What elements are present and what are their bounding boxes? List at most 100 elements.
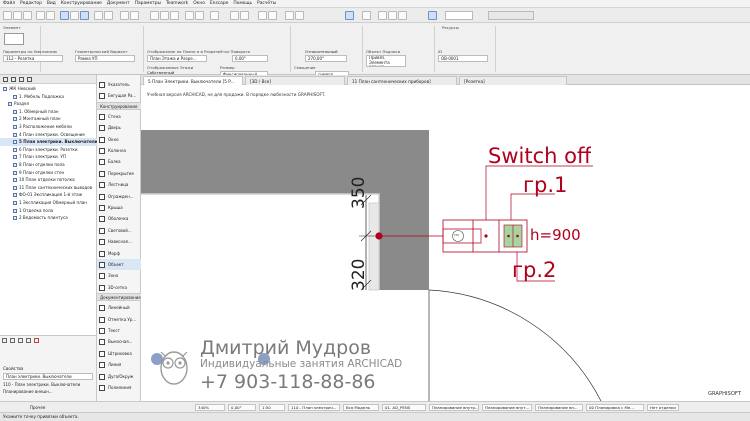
arrow-tool-icon[interactable] xyxy=(60,11,69,20)
cursor-snap-icon[interactable] xyxy=(295,11,304,20)
tab-socket[interactable]: [Розетка] xyxy=(459,76,567,85)
menu-item[interactable]: Параметры xyxy=(135,1,161,6)
check-icon[interactable] xyxy=(428,11,437,20)
status-field[interactable]: 00 Планировка с Ме... xyxy=(586,404,644,411)
tool-item[interactable]: Окно xyxy=(97,134,141,145)
clone-icon[interactable] xyxy=(10,338,15,343)
navigator-item[interactable]: 8 План отделки пола xyxy=(0,161,97,169)
tool-group-header[interactable]: Документирование xyxy=(97,293,141,302)
status-field[interactable]: 01. AD_PENS xyxy=(382,404,426,411)
menu-item[interactable]: Teamwork xyxy=(166,1,188,6)
angle-field[interactable]: 0,00° xyxy=(232,55,268,62)
status-field[interactable]: 1:50 xyxy=(259,404,285,411)
menu-item[interactable]: Редактор xyxy=(20,1,42,6)
new-icon[interactable] xyxy=(3,11,12,20)
navigator-item[interactable]: 9 План отделки стен xyxy=(0,169,97,177)
navigator-item[interactable]: 5 План электрики. Выключатели xyxy=(0,138,97,146)
status-field[interactable]: Планирование вн... xyxy=(535,404,583,411)
publish-icon[interactable] xyxy=(230,11,239,20)
tool-item[interactable]: Световой... xyxy=(97,225,141,236)
tool-item[interactable]: 3D-сетка xyxy=(97,282,141,293)
tool-group-header[interactable]: Конструирование xyxy=(97,101,141,110)
graphic-override-dropdown[interactable] xyxy=(488,11,534,20)
new-view-icon[interactable] xyxy=(2,338,7,343)
settings-icon[interactable] xyxy=(26,338,31,343)
snap-guides-icon[interactable] xyxy=(388,11,397,20)
tool-item[interactable]: Полилиния xyxy=(97,382,141,393)
project-map-icon[interactable] xyxy=(3,76,8,82)
tool-item[interactable]: Линия xyxy=(97,359,141,370)
tool-item[interactable]: Морф xyxy=(97,248,141,259)
gravity-icon[interactable] xyxy=(345,11,354,20)
display-dropdown[interactable]: План Этажа и Разре... xyxy=(147,55,207,62)
tool-item[interactable]: Бегущая Ра... xyxy=(97,90,141,101)
tool-item[interactable]: Дверь xyxy=(97,122,141,133)
navigator-item[interactable]: 4 План электрики. Освещение xyxy=(0,131,97,139)
tool-item[interactable]: Зона xyxy=(97,270,141,281)
menu-item[interactable]: Enscape xyxy=(210,1,228,6)
grid-snap-icon[interactable] xyxy=(185,11,194,20)
delete-icon[interactable] xyxy=(34,338,39,343)
trace-icon[interactable] xyxy=(378,11,387,20)
enscape-sync-icon[interactable] xyxy=(268,11,277,20)
navigator-item[interactable]: 3 Расположение мебели xyxy=(0,123,97,131)
tool-item[interactable]: Выносная... xyxy=(97,336,141,347)
navigator-item[interactable]: ФО-01 Экспликация 1-й этаж xyxy=(0,191,97,199)
view-map-icon[interactable] xyxy=(11,76,16,82)
navigator-item[interactable]: ЖК Невский xyxy=(0,85,97,93)
tool-item[interactable]: Дуга/Окруж xyxy=(97,371,141,382)
status-field[interactable]: 0,00° xyxy=(228,404,256,411)
tool-item[interactable]: Линейный xyxy=(97,302,141,313)
tool-item[interactable]: Лестница xyxy=(97,179,141,190)
tool-item[interactable]: Перекрытие xyxy=(97,168,141,179)
tab-plumbing-plan[interactable]: 11 План сантехнических приборов] xyxy=(347,76,457,85)
status-field[interactable]: Вся Модель xyxy=(343,404,379,411)
teamwork-icon[interactable] xyxy=(240,11,249,20)
marquee-icon[interactable] xyxy=(70,11,79,20)
save-icon[interactable] xyxy=(23,11,32,20)
tool-item[interactable]: Огражден... xyxy=(97,191,141,202)
tool-item[interactable]: Отметка Ур... xyxy=(97,314,141,325)
defaults-field[interactable]: 112 - Розетка xyxy=(3,55,63,62)
open-icon[interactable] xyxy=(13,11,22,20)
tool-item[interactable]: Штриховка xyxy=(97,348,141,359)
layers-icon[interactable] xyxy=(150,11,159,20)
menu-item[interactable]: Вид xyxy=(47,1,56,6)
menu-item[interactable]: Окно xyxy=(193,1,205,6)
menu-item[interactable]: Помощь xyxy=(233,1,252,6)
partial-structure-dropdown[interactable] xyxy=(445,11,473,20)
undo-icon[interactable] xyxy=(120,11,129,20)
tool-item[interactable]: Крыша xyxy=(97,202,141,213)
tool-item[interactable]: Объект xyxy=(97,259,141,271)
folder-icon[interactable] xyxy=(18,338,23,343)
render-icon[interactable] xyxy=(210,11,219,20)
tool-item[interactable]: Текст xyxy=(97,325,141,336)
magnet-icon[interactable] xyxy=(285,11,294,20)
navigator-item[interactable]: 10 План отделки потолка xyxy=(0,176,97,184)
tool-item[interactable]: Балка xyxy=(97,156,141,167)
menu-item[interactable]: Файл xyxy=(3,1,15,6)
menu-item[interactable]: Расчёты xyxy=(257,1,276,6)
relative-field[interactable]: 270,00° xyxy=(305,55,347,62)
navigator-item[interactable]: 2 Ведомость плинтуса xyxy=(0,214,97,222)
eyedropper-icon[interactable] xyxy=(46,11,55,20)
navigator-item[interactable]: 1 Экспликация Обмерный план xyxy=(0,199,97,207)
label-object-field[interactable]: Привяз. Элемента здания xyxy=(366,55,406,67)
navigator-item[interactable]: Раздел xyxy=(0,100,97,108)
navigator-item[interactable]: 7 План электрики. УП xyxy=(0,153,97,161)
toolbox-footer[interactable]: Прочее xyxy=(0,401,141,412)
pen-icon[interactable] xyxy=(36,11,45,20)
status-field[interactable]: Планирование внутр... xyxy=(429,404,479,411)
redo-icon[interactable] xyxy=(130,11,139,20)
publisher-icon[interactable] xyxy=(27,76,32,82)
status-field[interactable]: 340% xyxy=(195,404,225,411)
menu-item[interactable]: Документ xyxy=(107,1,130,6)
zoom-out-icon[interactable] xyxy=(104,11,113,20)
3d-view-icon[interactable] xyxy=(160,11,169,20)
menu-item[interactable]: Конструирование xyxy=(61,1,102,6)
navigator-item[interactable]: 2 Монтажный план xyxy=(0,115,97,123)
status-field[interactable]: 110 - План электрич... xyxy=(288,404,340,411)
tool-item[interactable]: Оболочка xyxy=(97,213,141,224)
tool-item[interactable]: Указатель xyxy=(97,79,141,90)
navigator-item[interactable]: 1. Мебель Подложка xyxy=(0,93,97,101)
